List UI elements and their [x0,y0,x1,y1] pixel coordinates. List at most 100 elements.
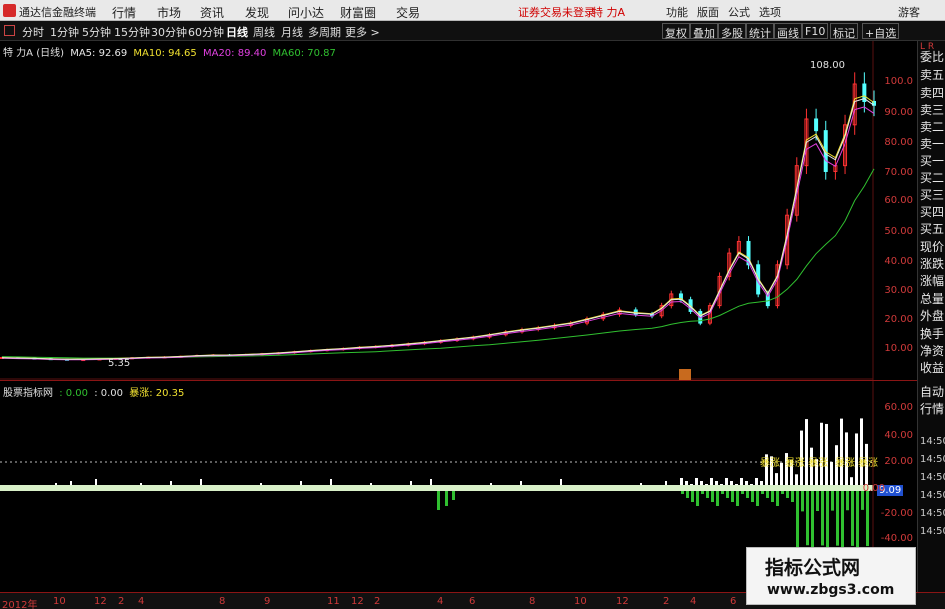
quote-sell4[interactable]: 卖四 [920,84,945,101]
menu-faxian[interactable]: 发现 [245,4,269,21]
quote-volume[interactable]: 总量 [920,290,945,307]
quote-sell5[interactable]: 卖五 [920,66,945,83]
indicator-tick: 60.00 [884,402,913,413]
menu-gongshi[interactable]: 公式 [728,4,750,20]
low-marker: 5.35 [108,358,131,369]
period-monthly[interactable]: 月线 [281,24,303,40]
period-more[interactable]: 更多 > [345,24,380,40]
signal-label: 暴涨 [760,457,780,469]
quote-eps[interactable]: 收益 [920,359,945,376]
time-tick: 12 [616,596,629,607]
menu-wenxiaoda[interactable]: 问小达 [288,4,324,21]
time-label: 14:50 [920,454,945,465]
price-tick: 40.00 [884,256,913,267]
diejia-button[interactable]: 叠加 [690,23,718,40]
menu-banmian[interactable]: 版面 [697,4,719,20]
menu-zixun[interactable]: 资讯 [200,4,224,21]
quote-turnover[interactable]: 换手 [920,325,945,342]
time-tick: 8 [529,596,536,607]
ma60-value: MA60: 70.87 [272,48,336,59]
tongji-button[interactable]: 统计 [746,23,774,40]
time-label: 14:50 [920,526,945,537]
quote-price[interactable]: 现价 [920,238,945,255]
indicator-tick: 40.00 [884,430,913,441]
indicator-bar [825,423,828,488]
menu-jiaoyi[interactable]: 交易 [396,4,420,21]
price-tick: 90.00 [884,107,913,118]
huaxian-button[interactable]: 画线 [774,23,802,40]
time-label: 14:50 [920,490,945,501]
ma20-line [1,106,875,361]
quote-change[interactable]: 涨跌 [920,255,945,272]
quote-weibi[interactable]: 委比 [920,48,945,65]
period-5min[interactable]: 5分钟 [82,24,111,40]
event-marker-icon[interactable] [679,369,691,380]
period-multi[interactable]: 多周期 [308,24,341,40]
menu-shichang[interactable]: 市场 [157,4,181,21]
user-label[interactable]: 游客 [898,4,920,20]
biaoji-button[interactable]: 标记 [830,23,858,40]
fuquan-button[interactable]: 复权 [662,23,690,40]
indicator-bar-neg [841,488,844,549]
quote-sell3[interactable]: 卖三 [920,101,945,118]
time-tick: 4 [138,596,145,607]
f10-button[interactable]: F10 [802,23,829,39]
chart-mode-checkbox[interactable] [4,25,15,36]
time-tick: 10 [53,596,66,607]
period-fenshi[interactable]: 分时 [22,24,44,40]
menu-hangqing[interactable]: 行情 [112,4,136,21]
ma5-value: MA5: 92.69 [70,48,128,59]
price-tick: 70.00 [884,167,913,178]
quote-buy2[interactable]: 买二 [920,169,945,186]
quote-pct[interactable]: 涨幅 [920,272,945,289]
indicator-bar-neg [811,488,814,549]
period-30min[interactable]: 30分钟 [151,24,187,40]
indicator-bar-neg [856,488,859,548]
time-tick: 2012年 [2,600,38,609]
price-tick: 80.00 [884,137,913,148]
time-tick: 9 [264,596,271,607]
panel-auto[interactable]: 自动 [920,383,945,400]
period-1min[interactable]: 1分钟 [50,24,79,40]
indicator-bar-neg [437,488,440,510]
time-tick: 10 [574,596,587,607]
quote-netasset[interactable]: 净资 [920,342,945,359]
indicator-value-1: : 0.00 [59,388,89,399]
duogu-button[interactable]: 多股 [718,23,746,40]
indicator-bar-neg [801,488,804,512]
menu-gongneng[interactable]: 功能 [666,4,688,20]
zero-baseline [0,485,873,491]
indicator-name[interactable]: 股票指标网 [3,388,53,399]
quote-sell1[interactable]: 卖一 [920,135,945,152]
ma10-value: MA10: 94.65 [133,48,197,59]
price-axis: 100.0 90.00 80.00 70.00 60.00 50.00 40.0… [873,41,917,380]
menu-xuanxiang[interactable]: 选项 [759,4,781,20]
panel-quote[interactable]: 行情 [920,400,945,417]
time-tick: 8 [219,596,226,607]
indicator-value-2: : 0.00 [94,388,124,399]
quote-sell2[interactable]: 卖二 [920,118,945,135]
price-chart[interactable]: 特 力A (日线) MA5: 92.69 MA10: 94.65 MA20: 8… [0,41,917,380]
add-watchlist-button[interactable]: +自选 [862,23,900,40]
quote-outer[interactable]: 外盘 [920,307,945,324]
ma20-value: MA20: 89.40 [202,48,267,59]
ma10-line [1,95,875,360]
indicator-bar-neg [826,488,829,549]
quote-buy1[interactable]: 买一 [920,152,945,169]
period-weekly[interactable]: 周线 [253,24,275,40]
quote-buy4[interactable]: 买四 [920,203,945,220]
app-logo-icon [3,4,16,17]
period-15min[interactable]: 15分钟 [114,24,150,40]
menu-caifuquan[interactable]: 财富圈 [340,4,376,21]
period-daily[interactable]: 日线 [226,24,248,40]
signal-label: 暴涨 [808,457,828,469]
quote-buy3[interactable]: 买三 [920,186,945,203]
signal-label: 暴涨 [785,457,805,469]
site-watermark: 指标公式网 www.zbgs3.com [746,547,916,605]
watermark-title: 指标公式网 [765,557,861,579]
stock-period-label: 特 力A (日线) [3,48,65,59]
indicator-bar-neg [821,488,824,546]
watermark-url: www.zbgs3.com [767,582,895,598]
period-60min[interactable]: 60分钟 [188,24,224,40]
quote-buy5[interactable]: 买五 [920,220,945,237]
